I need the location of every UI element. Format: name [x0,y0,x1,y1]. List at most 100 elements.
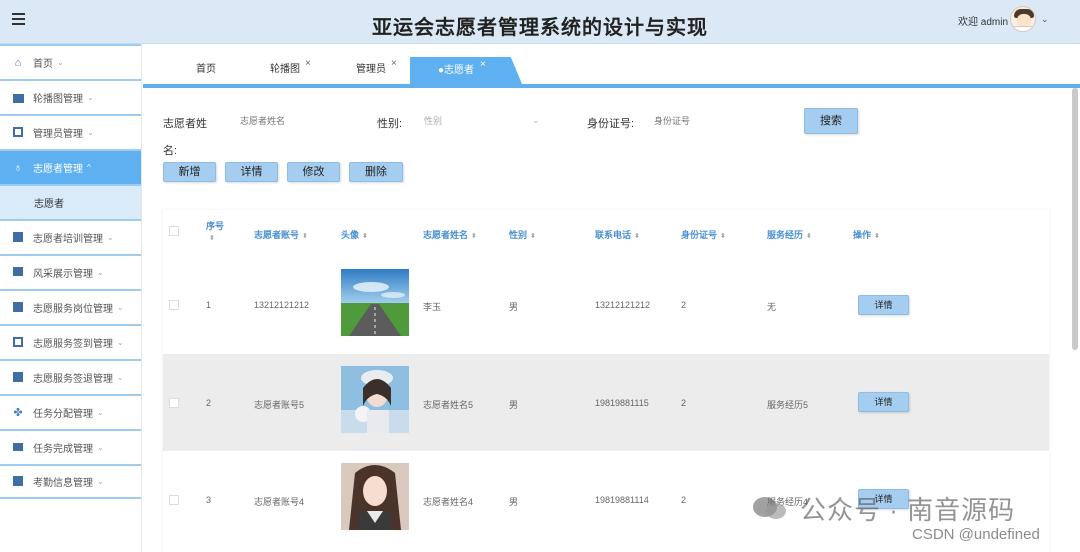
sort-icon[interactable]: ⬍ [720,233,726,240]
id-label: 身份证号: [587,118,635,130]
col-id-number[interactable]: 身份证号 ⬍ [681,228,726,241]
sidebar-item-volunteer[interactable]: ♁ 志愿者管理 ^ [0,149,141,184]
top-header: 亚运会志愿者管理系统的设计与实现 欢迎 admin ⌄ [0,0,1080,44]
grid-icon [12,301,24,314]
table-row[interactable]: 2 志愿者账号5 志愿者姓名5 男 19819881115 2 服务经历5 详情 [163,354,1049,451]
list-icon [12,442,24,454]
tab-label: 管理员 [356,64,386,75]
tab-carousel[interactable]: 轮播图 × [270,56,311,84]
sidebar-item-admin[interactable]: 管理员管理 ⌄ [0,114,141,149]
row-checkbox[interactable] [169,495,179,505]
sidebar-item-label: 任务分配管理 [33,409,93,420]
csdn-watermark: CSDN @undefined [912,526,1040,543]
avatar[interactable] [1010,6,1036,32]
id-search-input[interactable] [648,111,768,131]
cell-name: 志愿者姓名5 [423,400,474,410]
tab-admin[interactable]: 管理员 × [356,56,397,84]
chevron-down-icon: ⌄ [97,443,104,452]
chevron-down-icon: ⌄ [87,93,94,102]
add-button[interactable]: 新增 [163,162,216,182]
tab-label: 首页 [196,64,216,75]
tab-volunteer[interactable]: ●志愿者 × [410,57,522,84]
row-detail-button[interactable]: 详情 [858,392,909,412]
sidebar-item-label: 志愿服务签到管理 [33,339,113,350]
sort-icon[interactable]: ⬍ [874,233,880,240]
sidebar-item-label: 志愿服务岗位管理 [33,304,113,315]
col-index[interactable]: 序号 ⬍ [206,219,224,242]
col-phone[interactable]: 联系电话 ⬍ [595,228,640,241]
col-label: 身份证号 [681,230,718,240]
tab-label: ●志愿者 [438,65,475,76]
cell-index: 2 [206,398,212,408]
delete-button[interactable]: 删除 [349,162,403,182]
row-checkbox[interactable] [169,398,179,408]
sidebar-item-assign[interactable]: ✤ 任务分配管理 ⌄ [0,394,141,429]
close-icon[interactable]: × [391,50,397,78]
sort-icon[interactable]: ⬍ [209,234,224,242]
sidebar-item-training[interactable]: 志愿者培训管理 ⌄ [0,219,141,254]
close-icon[interactable]: × [480,57,486,78]
cell-id-number: 2 [681,495,687,505]
avatar-image [341,463,409,530]
book-icon [12,231,24,244]
chevron-down-icon: ⌄ [532,115,540,125]
col-account[interactable]: 志愿者账号 ⬍ [254,228,308,241]
sidebar-item-label: 首页 [33,59,53,70]
scrollbar[interactable] [1072,88,1078,350]
select-all-checkbox[interactable] [169,226,179,236]
edit-button[interactable]: 修改 [287,162,340,182]
home-icon: ⌂ [14,56,22,69]
sidebar-item-label: 志愿服务签退管理 [33,374,113,385]
chevron-down-icon[interactable]: ⌄ [1041,14,1049,25]
sort-icon[interactable]: ⬍ [634,233,640,240]
sidebar-item-complete[interactable]: 任务完成管理 ⌄ [0,429,141,464]
row-detail-button[interactable]: 详情 [858,295,909,315]
col-history[interactable]: 服务经历 ⬍ [767,228,812,241]
sidebar-item-carousel[interactable]: 轮播图管理 ⌄ [0,79,141,114]
sidebar-subitem-volunteer[interactable]: 志愿者 [0,184,141,219]
col-label: 性别 [509,230,528,240]
cell-gender: 男 [509,400,519,410]
sort-icon[interactable]: ⬍ [471,233,477,240]
col-label: 序号 [206,221,225,231]
chevron-up-icon: ^ [87,163,91,172]
cell-phone: 19819881114 [595,495,649,505]
col-ops: 操作 ⬍ [853,228,880,241]
sidebar-item-label: 考勤信息管理 [33,478,93,489]
tab-home[interactable]: 首页 [196,56,216,84]
close-icon[interactable]: × [305,50,311,78]
sidebar-item-positions[interactable]: 志愿服务岗位管理 ⌄ [0,289,141,324]
sidebar-item-signout[interactable]: 志愿服务签退管理 ⌄ [0,359,141,394]
sidebar-item-showcase[interactable]: 风采展示管理 ⌄ [0,254,141,289]
tab-label: 轮播图 [270,64,300,75]
cell-history: 无 [767,302,777,312]
cell-gender: 男 [509,497,519,507]
row-checkbox[interactable] [169,300,179,310]
sort-icon[interactable]: ⬍ [530,233,536,240]
sort-icon[interactable]: ⬍ [362,233,368,240]
cell-phone: 13212121212 [595,300,651,310]
sidebar-item-attendance[interactable]: 考勤信息管理 ⌄ [0,464,141,499]
chevron-down-icon: ⌄ [57,58,64,67]
chevron-down-icon: ⌄ [87,128,94,137]
table-row[interactable]: 1 13212121212 李玉 男 13212121212 2 无 详情 [163,256,1049,353]
col-gender[interactable]: 性别 ⬍ [509,228,536,241]
gender-select[interactable]: 性别 [418,111,538,131]
panel-icon [12,336,24,349]
detail-button[interactable]: 详情 [225,162,278,182]
sort-icon[interactable]: ⬍ [302,233,308,240]
name-search-input[interactable] [234,111,354,131]
sidebar-item-signin[interactable]: 志愿服务签到管理 ⌄ [0,324,141,359]
cell-history: 服务经历5 [767,400,809,410]
folder-icon [12,266,24,279]
cell-name: 志愿者姓名4 [423,497,474,507]
sort-icon[interactable]: ⬍ [806,233,812,240]
sidebar-item-home[interactable]: ⌂ 首页 ⌄ [0,44,141,79]
sidebar-subitem-label: 志愿者 [34,199,64,210]
cell-name: 李玉 [423,302,442,312]
watermark-text: 公众号 · 南音源码 [800,495,1016,525]
chevron-down-icon: ⌄ [97,477,104,486]
search-button[interactable]: 搜索 [804,108,858,134]
col-avatar[interactable]: 头像 ⬍ [341,228,368,241]
col-name[interactable]: 志愿者姓名 ⬍ [423,228,477,241]
